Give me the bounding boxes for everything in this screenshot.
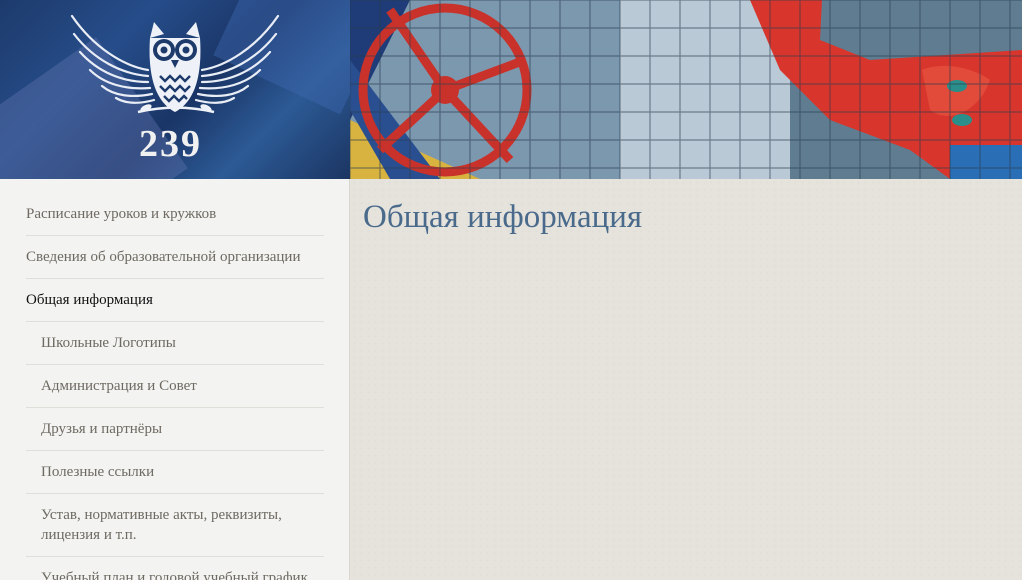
sidebar-item-3[interactable]: Общая информация	[26, 279, 324, 322]
sidebar-item-7[interactable]: Полезные ссылки	[26, 451, 324, 494]
school-logo[interactable]: 239	[0, 0, 350, 179]
mosaic-banner-image	[350, 0, 1022, 179]
page-title: Общая информация	[363, 199, 643, 235]
sidebar-item-2[interactable]: Сведения об образовательной организации	[26, 236, 324, 279]
sidebar-item-5[interactable]: Администрация и Совет	[26, 365, 324, 408]
sidebar-item-4[interactable]: Школьные Логотипы	[26, 322, 324, 365]
owl-emblem-icon	[70, 14, 280, 114]
sidebar-item-6[interactable]: Друзья и партнёры	[26, 408, 324, 451]
sidebar-item-1[interactable]: Расписание уроков и кружков	[26, 193, 324, 236]
sidebar-navigation: Расписание уроков и кружков Сведения об о…	[0, 179, 350, 580]
main-content: Общая информация	[351, 179, 1022, 580]
header-banner: 239	[0, 0, 1022, 179]
sidebar-item-8[interactable]: Устав, нормативные акты, реквизиты, лице…	[26, 494, 324, 557]
sidebar-item-9[interactable]: Учебный план и годовой учебный график	[26, 557, 324, 580]
sidebar-menu: Расписание уроков и кружков Сведения об о…	[0, 193, 324, 580]
school-number: 239	[139, 123, 202, 165]
